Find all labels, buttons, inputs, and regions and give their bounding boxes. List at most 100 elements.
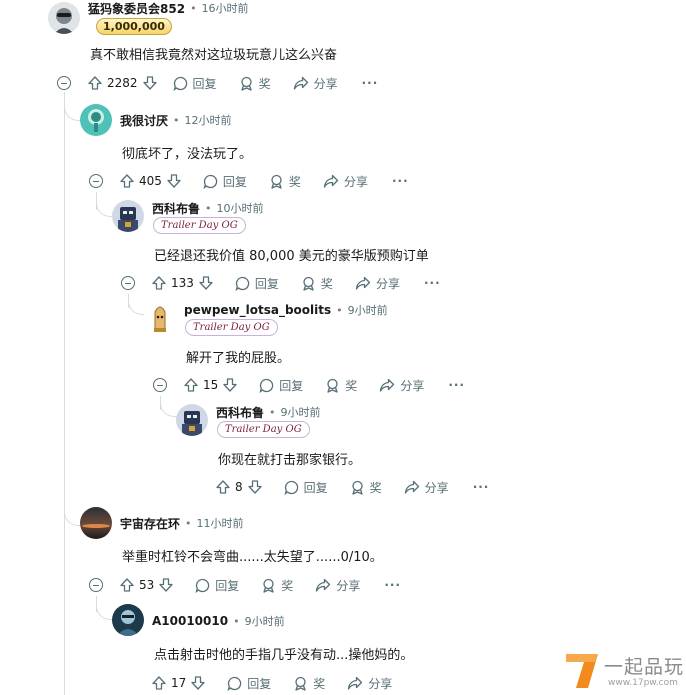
upvote-button[interactable] xyxy=(184,378,198,392)
downvote-button[interactable] xyxy=(142,76,157,90)
avatar[interactable] xyxy=(176,404,208,436)
username[interactable]: 宇宙存在环 xyxy=(120,515,180,532)
upvote-button[interactable] xyxy=(152,676,166,690)
share-button[interactable]: 分享 xyxy=(323,173,368,190)
avatar[interactable] xyxy=(80,507,112,539)
downvote-button[interactable] xyxy=(167,174,181,188)
upvote-button[interactable] xyxy=(120,578,134,592)
upvote-button[interactable] xyxy=(88,76,102,90)
timestamp[interactable]: 9小时前 xyxy=(245,613,285,629)
avatar[interactable] xyxy=(112,200,144,232)
comment-meta: 猛犸象委员会852 • 16小时前 xyxy=(88,0,249,17)
upvote-button[interactable] xyxy=(152,276,166,290)
more-options-button[interactable]: ··· xyxy=(424,276,441,290)
comment-meta: 西科布鲁 • 10小时前 xyxy=(152,199,264,217)
share-icon xyxy=(293,76,308,90)
collapse-thread-button[interactable] xyxy=(57,76,71,90)
reply-label: 回复 xyxy=(303,480,328,495)
collapse-thread-button[interactable] xyxy=(89,578,103,592)
share-button[interactable]: 分享 xyxy=(315,577,360,594)
timestamp[interactable]: 16小时前 xyxy=(202,0,249,16)
comment-body: 已经退还我价值 80,000 美元的豪华版预购订单 xyxy=(154,249,429,264)
separator-dot: • xyxy=(185,516,192,530)
timestamp[interactable]: 11小时前 xyxy=(197,515,244,531)
award-button[interactable]: 奖 xyxy=(301,275,333,292)
reply-button[interactable]: 回复 xyxy=(235,275,279,292)
reply-button[interactable]: 回复 xyxy=(203,173,247,190)
award-button[interactable]: 奖 xyxy=(261,577,293,594)
username[interactable]: 西科布鲁 xyxy=(152,200,200,217)
reply-button[interactable]: 回复 xyxy=(259,377,303,394)
award-button[interactable]: 奖 xyxy=(350,479,382,496)
share-button[interactable]: 分享 xyxy=(379,377,424,394)
award-label: 奖 xyxy=(288,174,301,189)
upvote-icon xyxy=(152,276,166,290)
username[interactable]: 西科布鲁 xyxy=(216,404,264,421)
username[interactable]: 猛犸象委员会852 xyxy=(88,0,185,17)
avatar[interactable] xyxy=(144,302,176,334)
separator-dot: • xyxy=(190,1,197,15)
award-button[interactable]: 奖 xyxy=(325,377,357,394)
username[interactable]: A10010010 xyxy=(152,614,228,628)
award-label: 奖 xyxy=(345,378,358,393)
downvote-button[interactable] xyxy=(199,276,213,290)
flair-text: Trailer Day OG xyxy=(161,220,238,231)
downvote-icon xyxy=(223,378,237,392)
separator-dot: • xyxy=(269,405,276,419)
separator-dot: • xyxy=(336,303,343,317)
share-button[interactable]: 分享 xyxy=(347,675,392,692)
username[interactable]: pewpew_lotsa_boolits xyxy=(184,303,331,317)
share-button[interactable]: 分享 xyxy=(355,275,400,292)
collapse-thread-button[interactable] xyxy=(89,174,103,188)
timestamp[interactable]: 12小时前 xyxy=(185,112,232,128)
avatar[interactable] xyxy=(48,2,80,34)
timestamp[interactable]: 9小时前 xyxy=(348,302,388,318)
watermark-url: www.17pw.com xyxy=(608,678,678,688)
share-icon xyxy=(316,578,331,592)
comment-body: 解开了我的屁股。 xyxy=(186,351,291,366)
reply-label: 回复 xyxy=(279,378,304,393)
flair-text: Trailer Day OG xyxy=(193,322,270,333)
share-button[interactable]: 分享 xyxy=(404,479,449,496)
downvote-button[interactable] xyxy=(191,676,205,690)
award-icon xyxy=(271,174,282,189)
share-icon xyxy=(323,174,339,188)
downvote-button[interactable] xyxy=(223,378,237,392)
more-options-button[interactable]: ··· xyxy=(384,578,401,592)
reply-button[interactable]: 回复 xyxy=(172,75,217,92)
downvote-button[interactable] xyxy=(159,578,173,592)
vote-count: 405 xyxy=(139,174,162,188)
action-bar: 2282 回复 奖 分享 ··· xyxy=(88,72,378,94)
share-button[interactable]: 分享 xyxy=(293,75,338,92)
upvote-button[interactable] xyxy=(216,480,230,494)
watermark-text: 一起品玩 xyxy=(604,656,685,678)
timestamp[interactable]: 9小时前 xyxy=(281,404,321,420)
share-icon xyxy=(380,378,395,392)
collapse-thread-button[interactable] xyxy=(121,276,135,290)
downvote-icon xyxy=(142,76,157,90)
share-label: 分享 xyxy=(424,480,449,495)
username[interactable]: 我很讨厌 xyxy=(120,112,168,129)
award-button[interactable]: 奖 xyxy=(293,675,325,692)
avatar[interactable] xyxy=(112,604,144,636)
comment-icon xyxy=(172,76,187,91)
collapse-thread-button[interactable] xyxy=(153,378,167,392)
reply-button[interactable]: 回复 xyxy=(284,479,328,496)
avatar[interactable] xyxy=(80,104,112,136)
upvote-icon xyxy=(216,480,230,494)
more-options-button[interactable]: ··· xyxy=(362,76,379,90)
upvote-icon xyxy=(184,378,198,392)
more-options-button[interactable]: ··· xyxy=(473,480,490,494)
timestamp[interactable]: 10小时前 xyxy=(217,200,264,216)
more-options-button[interactable]: ··· xyxy=(448,378,465,392)
award-icon xyxy=(303,276,314,291)
reply-button[interactable]: 回复 xyxy=(227,675,271,692)
award-button[interactable]: 奖 xyxy=(269,173,301,190)
award-label: 奖 xyxy=(258,76,271,91)
more-options-button[interactable]: ··· xyxy=(392,174,409,188)
upvote-button[interactable] xyxy=(120,174,134,188)
reply-button[interactable]: 回复 xyxy=(195,577,239,594)
comment-meta: A10010010 • 9小时前 xyxy=(152,612,285,630)
downvote-button[interactable] xyxy=(247,480,262,494)
award-button[interactable]: 奖 xyxy=(239,75,271,92)
